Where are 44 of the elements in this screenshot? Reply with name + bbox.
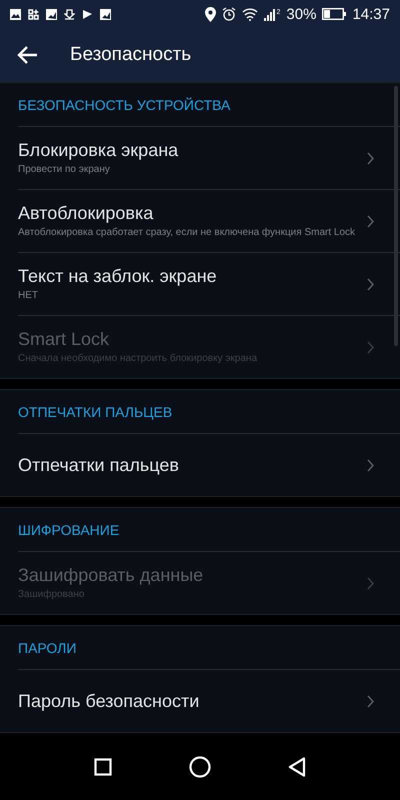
settings-item[interactable]: Текст на заблок. экране НЕТ	[18, 252, 400, 315]
chevron-icon	[367, 152, 374, 164]
section-header: ОТПЕЧАТКИ ПАЛЬЦЕВ	[18, 404, 172, 420]
battery-percent: 30%	[286, 6, 316, 22]
back-button[interactable]	[16, 44, 38, 66]
section-header: БЕЗОПАСНОСТЬ УСТРОЙСТВА	[18, 96, 230, 112]
screen-title: Безопасность	[70, 44, 192, 66]
section-header: ПАРОЛИ	[18, 640, 76, 656]
item-subtitle: Провести по экрану	[18, 164, 111, 176]
item-subtitle: НЕТ	[18, 290, 39, 302]
home-button[interactable]	[188, 756, 211, 778]
download-icon	[64, 8, 75, 20]
item-subtitle: Автоблокировка сработает сразу, если не включена функция Smart Lock	[18, 227, 356, 239]
settings-item[interactable]: Автоблокировка Автоблокировка сработает сразу, если не включена функция Smart Lock	[18, 189, 400, 252]
settings-item[interactable]: Блокировка экрана Провести по экрану	[18, 126, 400, 189]
settings-item[interactable]: Отпечатки пальцев	[18, 433, 400, 496]
back-nav-button[interactable]	[288, 756, 306, 776]
chevron-icon	[367, 340, 374, 354]
map-icon	[100, 8, 111, 20]
clock: 14:37	[352, 6, 390, 22]
chevron-icon	[367, 458, 374, 472]
item-title: Smart Lock	[18, 329, 110, 350]
alarm-icon	[222, 7, 236, 21]
scrollbar[interactable]	[394, 86, 398, 346]
item-title: Пароль безопасности	[18, 690, 200, 712]
battery-icon	[322, 8, 346, 20]
image-icon	[10, 8, 21, 20]
section-header: ШИФРОВАНИЕ	[18, 522, 120, 538]
wifi-icon	[242, 8, 258, 20]
map-icon	[46, 8, 57, 20]
item-title: Блокировка экрана	[18, 140, 180, 161]
item-title: Отпечатки пальцев	[18, 454, 180, 476]
recents-button[interactable]	[94, 758, 112, 776]
item-title: Зашифровать данные	[18, 565, 204, 586]
chevron-icon	[367, 278, 374, 290]
grid-icon	[28, 8, 39, 20]
settings-item[interactable]: Пароль безопасности	[18, 669, 400, 732]
item-title: Текст на заблок. экране	[18, 266, 218, 287]
chevron-icon	[367, 576, 374, 590]
location-icon	[204, 6, 216, 22]
chevron-icon	[367, 694, 374, 708]
item-title: Автоблокировка	[18, 203, 154, 224]
signal-icon	[264, 8, 276, 20]
chevron-icon	[367, 214, 374, 228]
